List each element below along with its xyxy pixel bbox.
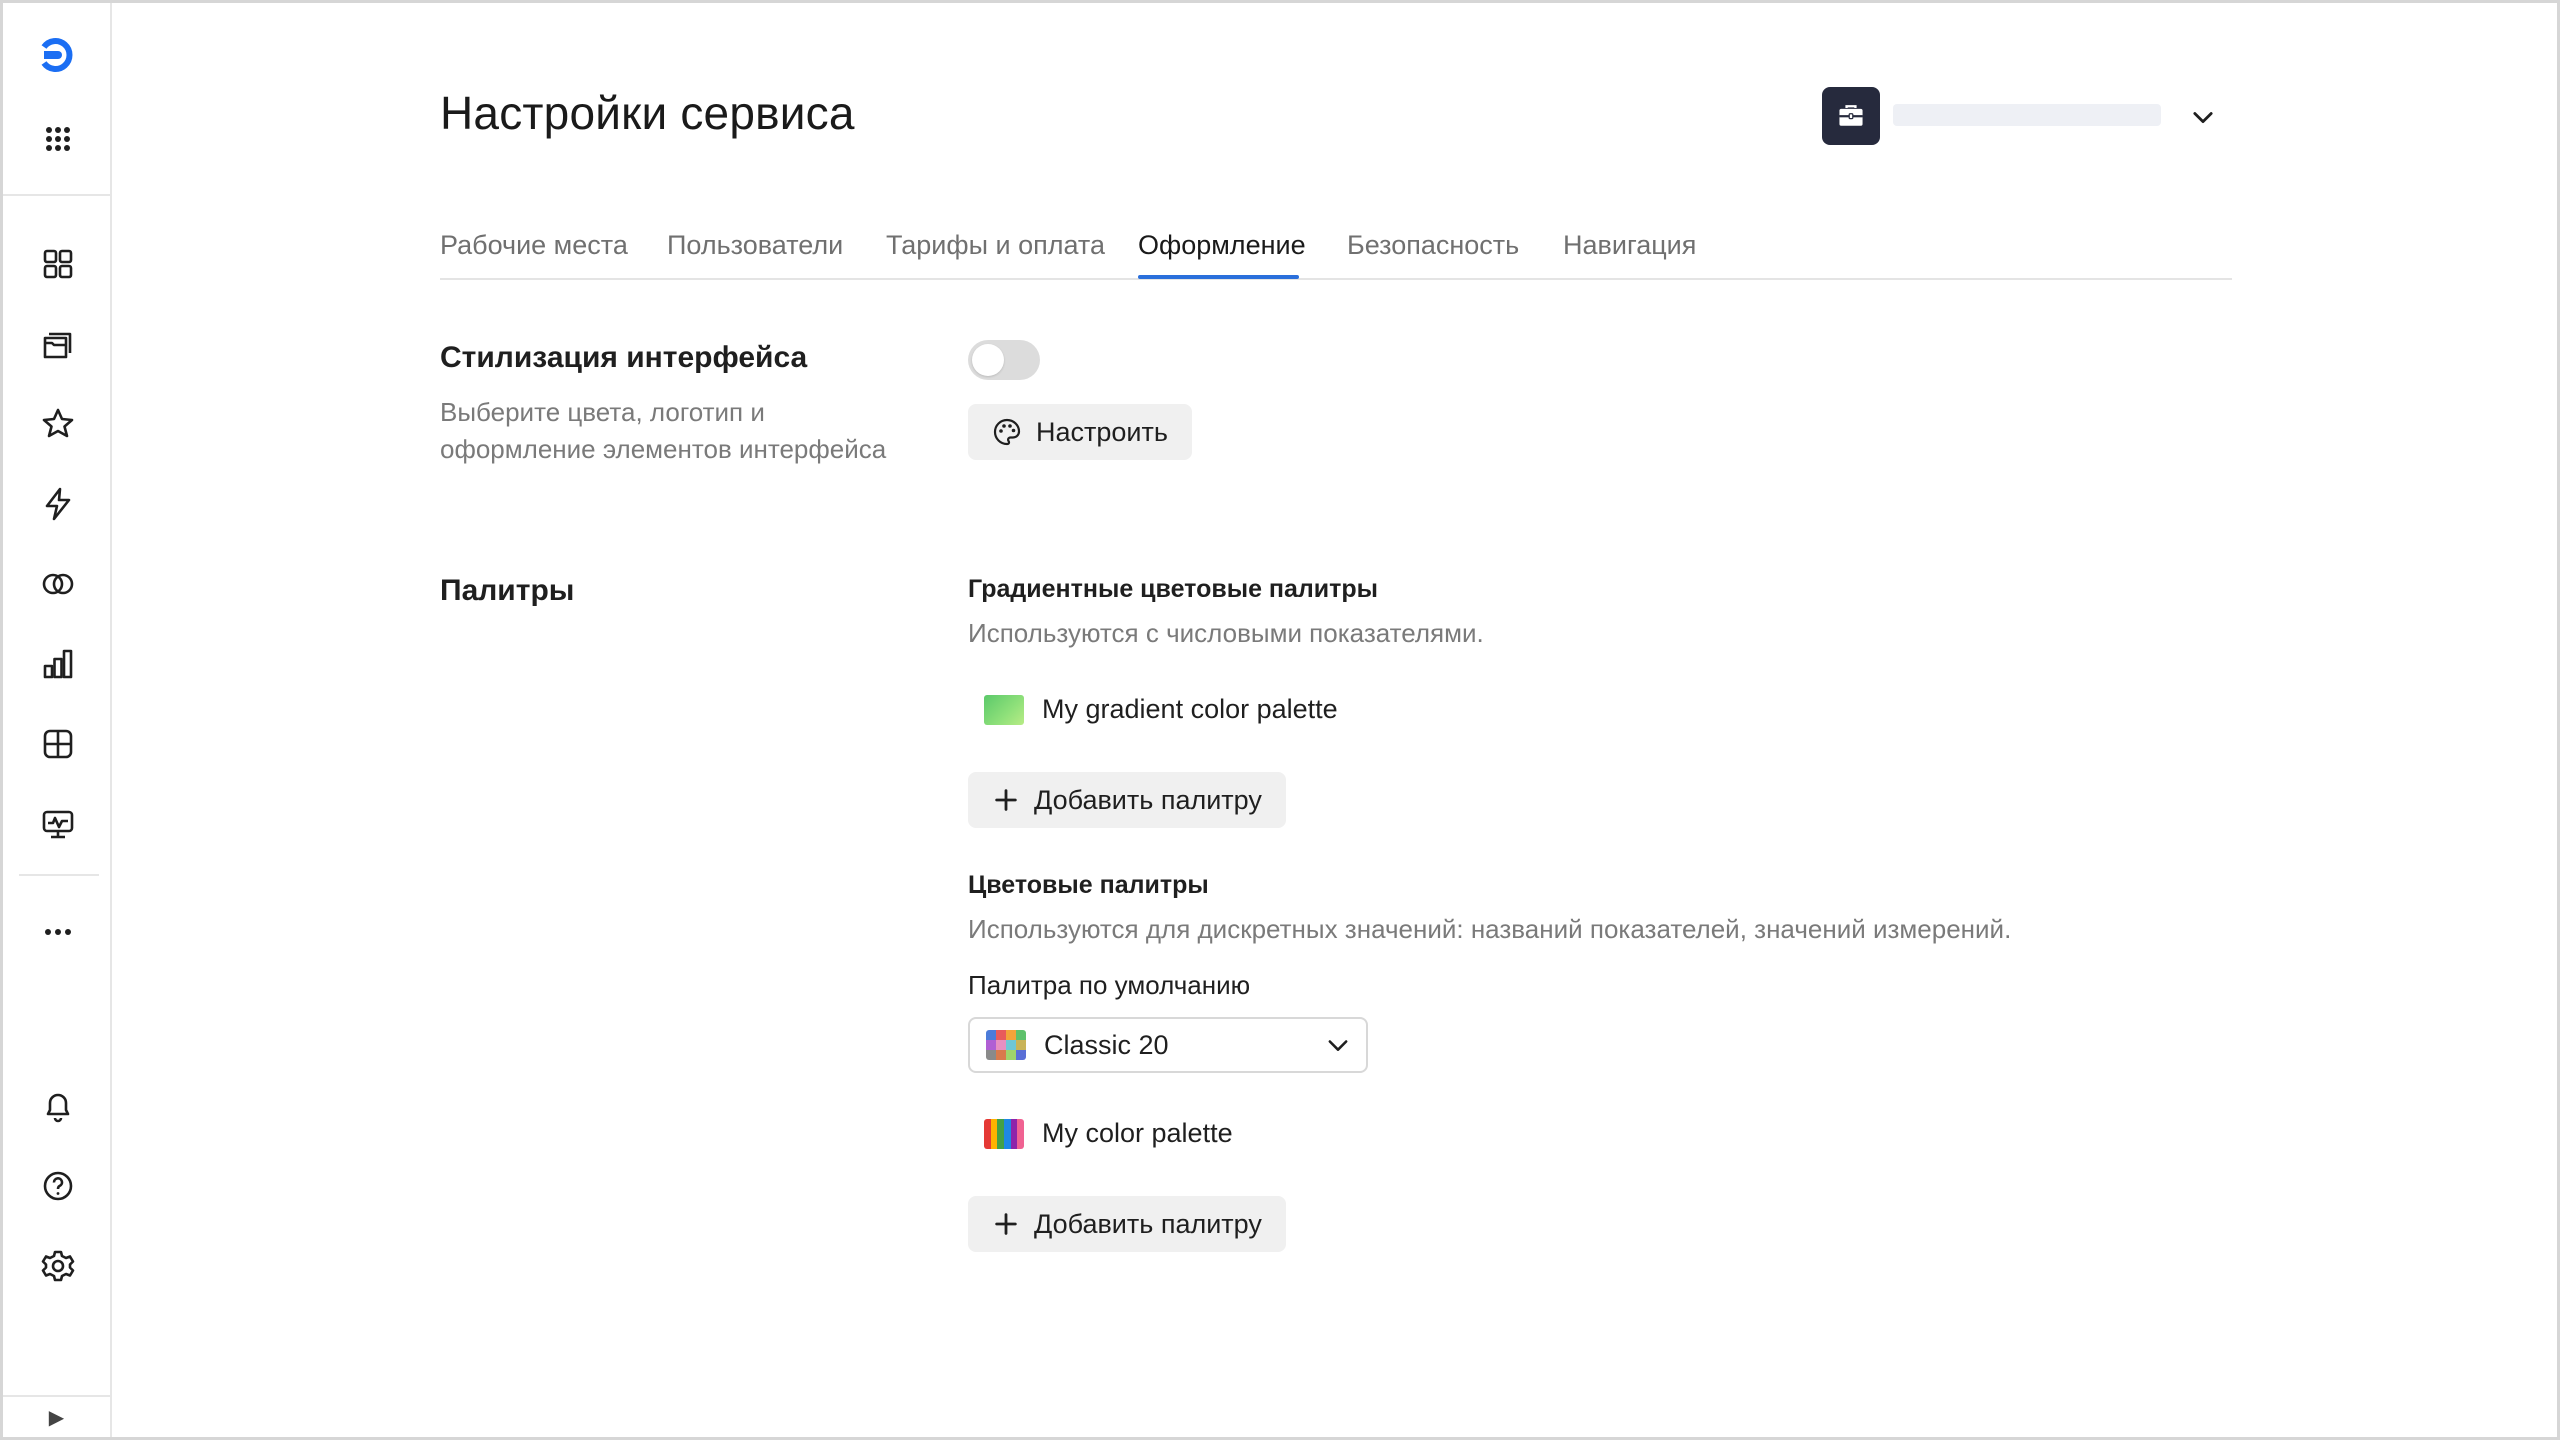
sidebar-divider bbox=[3, 194, 110, 196]
classic20-swatch bbox=[986, 1030, 1026, 1060]
default-palette-value: Classic 20 bbox=[1044, 1029, 1169, 1060]
connections-icon[interactable] bbox=[29, 555, 87, 613]
swatch-cell bbox=[1006, 1040, 1016, 1050]
workspace-badge[interactable] bbox=[1822, 87, 1880, 145]
lightning-icon[interactable] bbox=[29, 475, 87, 533]
collections-icon[interactable] bbox=[29, 315, 87, 373]
swatch-stripe bbox=[997, 1118, 1005, 1149]
swatch-cell bbox=[986, 1040, 996, 1050]
swatch-cell bbox=[996, 1050, 1006, 1060]
color-palette-name: My color palette bbox=[1042, 1118, 1233, 1148]
workspace-chevron-down-icon[interactable] bbox=[2186, 100, 2220, 134]
swatch-cell bbox=[1006, 1050, 1016, 1060]
styling-description: Выберите цвета, логотип и оформление эле… bbox=[440, 394, 886, 468]
swatch-stripe bbox=[984, 1118, 991, 1149]
swatch-cell bbox=[1016, 1040, 1026, 1050]
swatch-cell bbox=[1006, 1030, 1016, 1040]
workspace-name-placeholder[interactable] bbox=[1893, 104, 2161, 126]
styling-toggle[interactable] bbox=[968, 340, 1040, 380]
color-palettes-title: Цветовые палитры bbox=[968, 871, 1209, 899]
add-color-palette-label: Добавить палитру bbox=[1034, 1208, 1262, 1239]
swatch-cell bbox=[986, 1030, 996, 1040]
styling-description-line: Выберите цвета, логотип и bbox=[440, 397, 765, 427]
default-palette-select[interactable]: Classic 20 bbox=[968, 1017, 1368, 1073]
gradient-palettes-description: Используются с числовыми показателями. bbox=[968, 618, 1484, 648]
apps-grid-icon[interactable] bbox=[29, 110, 87, 168]
swatch-stripe bbox=[1004, 1118, 1011, 1149]
gradient-swatch bbox=[984, 694, 1024, 725]
sidebar-collapse-button[interactable]: ▶ bbox=[3, 1395, 110, 1437]
more-icon[interactable] bbox=[29, 903, 87, 961]
help-icon[interactable] bbox=[29, 1157, 87, 1215]
notifications-bell-icon[interactable] bbox=[29, 1077, 87, 1135]
swatch-cell bbox=[986, 1050, 996, 1060]
tab-security[interactable]: Безопасность bbox=[1347, 230, 1519, 261]
settings-tabs: Рабочие места Пользователи Тарифы и опла… bbox=[440, 222, 2232, 280]
swatch-stripe bbox=[1017, 1118, 1024, 1149]
add-gradient-palette-button[interactable]: Добавить палитру bbox=[968, 772, 1286, 828]
gradient-palette-name: My gradient color palette bbox=[1042, 694, 1338, 724]
tab-workplaces[interactable]: Рабочие места bbox=[440, 230, 628, 261]
logo-icon[interactable] bbox=[29, 26, 87, 84]
swatch-stripe bbox=[990, 1118, 998, 1149]
default-palette-label: Палитра по умолчанию bbox=[968, 970, 1251, 1000]
tab-navigation[interactable]: Навигация bbox=[1563, 230, 1696, 261]
palettes-section-title: Палитры bbox=[440, 574, 575, 607]
settings-gear-icon[interactable] bbox=[29, 1237, 87, 1295]
styling-description-line: оформление элементов интерфейса bbox=[440, 434, 887, 464]
tab-users[interactable]: Пользователи bbox=[667, 230, 843, 261]
swatch-cell bbox=[996, 1030, 1006, 1040]
plus-icon bbox=[995, 789, 1017, 811]
gradient-palette-item[interactable]: My gradient color palette bbox=[984, 694, 1338, 725]
plus-icon bbox=[995, 1213, 1017, 1235]
add-gradient-palette-label: Добавить палитру bbox=[1034, 784, 1262, 815]
dashboard-grid-icon[interactable] bbox=[29, 235, 87, 293]
swatch-stripe bbox=[1010, 1118, 1018, 1149]
gradient-palettes-title: Градиентные цветовые палитры bbox=[968, 575, 1379, 603]
monitor-icon[interactable] bbox=[29, 795, 87, 853]
swatch-cell bbox=[1016, 1050, 1026, 1060]
toggle-knob bbox=[972, 344, 1004, 376]
configure-button-label: Настроить bbox=[1036, 416, 1168, 447]
swatch-cell bbox=[1016, 1030, 1026, 1040]
color-palette-item[interactable]: My color palette bbox=[984, 1118, 1233, 1149]
configure-button[interactable]: Настроить bbox=[968, 404, 1192, 460]
sidebar: ▶ bbox=[3, 3, 112, 1437]
chevron-down-icon bbox=[1328, 1040, 1348, 1051]
collapse-icon: ▶ bbox=[48, 1406, 65, 1429]
styling-section-title: Стилизация интерфейса bbox=[440, 341, 808, 374]
page-title: Настройки сервиса bbox=[440, 87, 855, 139]
active-tab-indicator bbox=[1138, 275, 1299, 279]
favorites-star-icon[interactable] bbox=[29, 395, 87, 453]
tab-appearance[interactable]: Оформление bbox=[1138, 230, 1306, 261]
dataset-icon[interactable] bbox=[29, 715, 87, 773]
add-color-palette-button[interactable]: Добавить палитру bbox=[968, 1196, 1286, 1252]
tab-billing[interactable]: Тарифы и оплата bbox=[886, 230, 1105, 261]
charts-icon[interactable] bbox=[29, 635, 87, 693]
swatch-cell bbox=[996, 1040, 1006, 1050]
briefcase-icon bbox=[1839, 105, 1863, 126]
color-palettes-description: Используются для дискретных значений: на… bbox=[968, 914, 2012, 944]
color-palette-swatch bbox=[984, 1118, 1024, 1149]
sidebar-divider bbox=[19, 874, 99, 876]
palette-icon bbox=[993, 418, 1021, 446]
